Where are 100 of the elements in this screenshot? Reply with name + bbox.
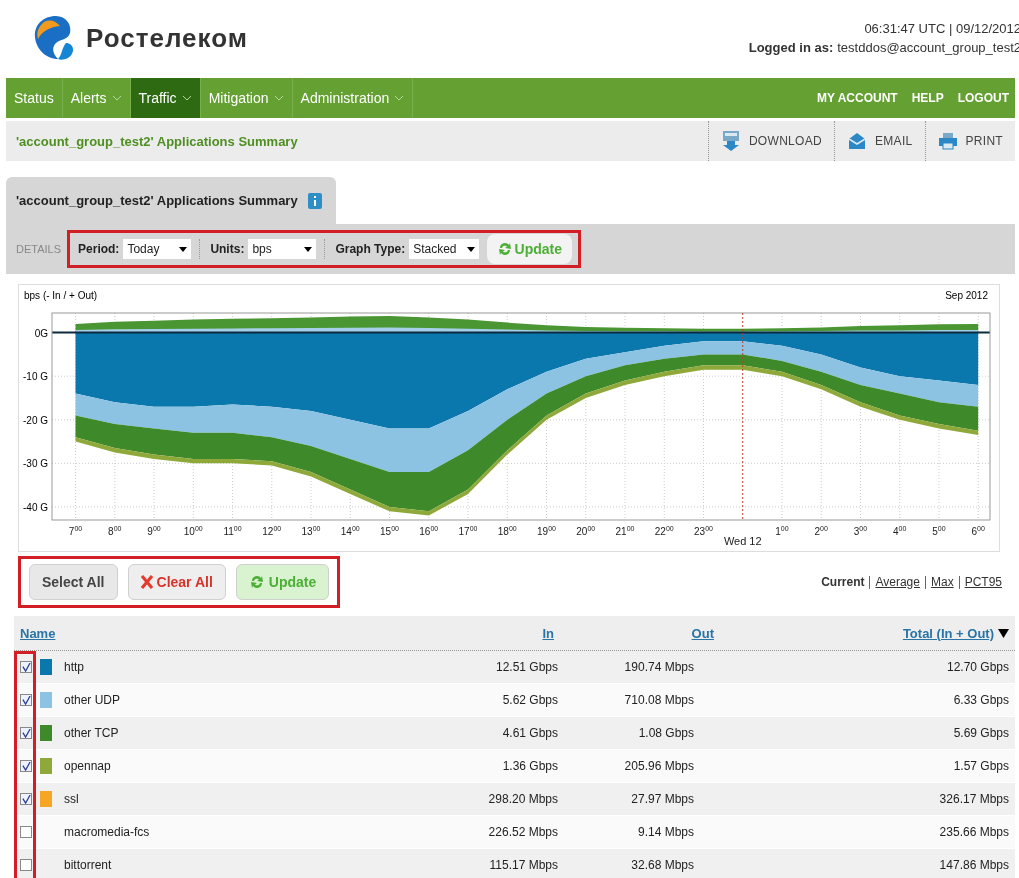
checkbox[interactable]	[20, 859, 32, 871]
nav-tab[interactable]: Alerts	[62, 78, 131, 118]
table-cell: opennap	[64, 759, 111, 773]
table-cell: 205.96 Mbps	[624, 759, 694, 773]
checkbox[interactable]	[20, 727, 32, 739]
close-icon[interactable]	[140, 575, 153, 589]
table-cell: ssl	[64, 792, 79, 806]
column-header[interactable]: Out	[691, 625, 714, 641]
print-button[interactable]: PRINT	[924, 121, 1015, 161]
chevron-icon[interactable]	[394, 95, 405, 101]
chevron-icon[interactable]	[111, 95, 122, 101]
x-tick-label: 14$^{00}$	[340, 526, 360, 538]
page-title: 'account_group_test2' Applications Summary	[16, 133, 298, 149]
metric-link[interactable]: Current	[816, 575, 870, 589]
sort-icon[interactable]	[998, 628, 1009, 638]
dropdown[interactable]: bps	[248, 239, 317, 259]
nav-tab[interactable]: Status	[6, 78, 63, 118]
chevron-icon[interactable]	[181, 95, 192, 101]
column-header[interactable]: In	[542, 625, 554, 641]
update-button[interactable]: Update	[486, 234, 572, 264]
x-tick-label: 1$^{00}$	[775, 526, 789, 538]
metric-link[interactable]: Max	[924, 575, 959, 589]
column-header[interactable]: Total (In + Out)	[902, 625, 994, 641]
download-icon[interactable]	[720, 130, 741, 152]
dropdown[interactable]: Stacked	[409, 239, 479, 259]
checkbox[interactable]	[20, 826, 32, 838]
x-tick-label: 3$^{00}$	[853, 526, 868, 538]
envelope-icon[interactable]	[847, 132, 867, 150]
table-cell: 190.74 Mbps	[624, 660, 694, 674]
y-tick-label: -10 G	[23, 371, 48, 383]
table-cell: 147.86 Mbps	[939, 858, 1009, 872]
x-tick-label: 21$^{00}$	[615, 526, 635, 538]
checkbox[interactable]	[20, 760, 32, 772]
printer-icon[interactable]	[937, 132, 958, 150]
caret-icon[interactable]	[304, 246, 313, 252]
x-tick-label: 10$^{00}$	[183, 526, 203, 538]
table-cell: 12.51 Gbps	[495, 660, 558, 674]
email-button[interactable]: EMAIL	[834, 121, 925, 161]
table-cell: 5.62 Gbps	[502, 693, 558, 707]
chevron-icon[interactable]	[273, 95, 284, 101]
checkbox[interactable]	[20, 661, 32, 673]
info-icon[interactable]	[307, 192, 322, 209]
nav-tab[interactable]: Traffic	[130, 78, 201, 118]
x-tick-label: 5$^{00}$	[932, 526, 946, 538]
table-cell: 298.20 Mbps	[488, 792, 558, 806]
account-link[interactable]: HELP	[911, 91, 944, 105]
refresh-icon[interactable]	[248, 574, 265, 590]
caret-icon[interactable]	[179, 246, 188, 252]
x-tick-label: 12$^{00}$	[262, 526, 282, 538]
table-cell: bittorrent	[64, 858, 112, 872]
x-tick-label: 6$^{00}$	[971, 526, 985, 538]
x-tick-label: 17$^{00}$	[458, 526, 478, 538]
table-cell: macromedia-fcs	[64, 825, 150, 839]
account-link[interactable]: LOGOUT	[957, 91, 1009, 105]
table-cell: 4.61 Gbps	[502, 726, 558, 740]
summary-tab[interactable]: 'account_group_test2' Applications Summary	[6, 177, 336, 224]
update-button[interactable]: Update	[235, 564, 330, 600]
details-label: DETAILS	[16, 243, 62, 255]
x-tick-label: 4$^{00}$	[893, 526, 907, 538]
nav-tab[interactable]: Mitigation	[200, 78, 293, 118]
table-cell: 9.14 Mbps	[637, 825, 694, 839]
x-tick-label: 11$^{00}$	[223, 526, 242, 538]
x-tick-label: 13$^{00}$	[301, 526, 321, 538]
x-tick-label: 9$^{00}$	[147, 526, 161, 538]
table-cell: 1.57 Gbps	[953, 759, 1009, 773]
x-tick-label: 23$^{00}$	[694, 526, 713, 538]
x-tick-label: 19$^{00}$	[537, 526, 556, 538]
x-tick-label: Wed 12	[723, 535, 762, 547]
filter-label: Period:	[78, 242, 120, 256]
x-tick-label: 16$^{00}$	[419, 526, 439, 538]
filter-label: Units:	[210, 242, 245, 256]
brand-name: Ростелеком	[86, 22, 248, 54]
metric-link[interactable]: PCT95	[958, 575, 1007, 589]
select-all-button[interactable]: Select All	[29, 564, 118, 600]
refresh-icon[interactable]	[496, 241, 513, 257]
table-cell: 710.08 Mbps	[624, 693, 694, 707]
table-cell: http	[64, 660, 84, 674]
nav-tab[interactable]: Administration	[292, 78, 414, 118]
table-cell: 32.68 Mbps	[631, 858, 694, 872]
y-tick-label: -20 G	[23, 414, 48, 426]
table-cell: other TCP	[64, 726, 119, 740]
caret-icon[interactable]	[466, 246, 475, 252]
y-tick-label: -30 G	[23, 458, 48, 470]
download-button[interactable]: DOWNLOAD	[707, 121, 834, 161]
dropdown[interactable]: Today	[123, 239, 192, 259]
table-cell: 226.52 Mbps	[488, 825, 558, 839]
account-link[interactable]: MY ACCOUNT	[817, 91, 898, 105]
x-tick-label: 20$^{00}$	[576, 526, 596, 538]
clear-all-button[interactable]: Clear All	[127, 564, 226, 600]
column-header[interactable]: Name	[20, 625, 56, 641]
table-cell: 6.33 Gbps	[953, 693, 1009, 707]
checkbox[interactable]	[20, 694, 32, 706]
table-cell: 12.70 Gbps	[946, 660, 1009, 674]
table-cell: 5.69 Gbps	[953, 726, 1009, 740]
table-cell: 326.17 Mbps	[939, 792, 1009, 806]
table-cell: 1.08 Gbps	[638, 726, 694, 740]
metric-link[interactable]: Average	[869, 575, 925, 589]
login-label: Logged in as:	[748, 40, 834, 55]
checkbox[interactable]	[20, 793, 32, 805]
y-tick-label: 0G	[34, 327, 48, 339]
